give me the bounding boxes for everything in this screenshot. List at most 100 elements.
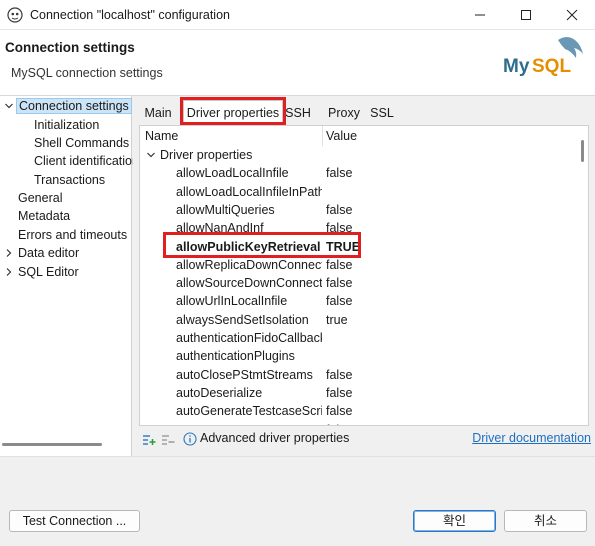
property-name: allowUrlInLocalInfile	[176, 294, 288, 309]
property-name: allowMultiQueries	[176, 202, 275, 217]
group-label: Driver properties	[160, 148, 253, 162]
tree-horizontal-scrollbar[interactable]	[2, 443, 102, 446]
tree-item-client-identification[interactable]: Client identification	[34, 152, 139, 170]
chevron-down-icon	[147, 152, 155, 158]
group-row-driver-properties[interactable]: Driver properties	[140, 146, 580, 164]
tree-item-label: Errors and timeouts	[18, 228, 128, 242]
maximize-button[interactable]	[503, 0, 549, 30]
minimize-icon	[475, 14, 485, 16]
chevron-right-icon	[6, 249, 12, 257]
remove-property-icon[interactable]	[161, 432, 175, 446]
chevron-down-icon	[5, 103, 13, 109]
settings-content: Main Driver properties SSH Proxy SSL Nam…	[133, 96, 595, 456]
mysql-logo: My SQL	[503, 37, 583, 77]
properties-toolbar: Advanced driver properties Driver docume…	[133, 429, 595, 451]
row-highlight-box	[163, 232, 361, 258]
property-value[interactable]: true	[326, 311, 348, 329]
property-value[interactable]: false	[326, 201, 352, 219]
dialog-header: Connection settings MySQL connection set…	[0, 30, 595, 96]
add-property-icon[interactable]	[142, 432, 156, 446]
close-button[interactable]	[549, 0, 595, 30]
tree-item-label: SQL Editor	[18, 265, 79, 279]
title-bar: Connection "localhost" configuration	[0, 0, 595, 30]
chevron-right-icon	[6, 268, 12, 276]
tree-item-label: Shell Commands	[34, 136, 130, 150]
tree-item-connection-settings[interactable]: Connection settings	[4, 97, 132, 115]
table-row[interactable]: authenticationPlugins	[140, 347, 580, 365]
property-name: allowLoadLocalInfileInPath	[176, 184, 322, 199]
tree-item-label: Connection settings	[16, 98, 132, 114]
tab-ssl[interactable]: SSL	[367, 102, 397, 124]
property-value[interactable]: false	[326, 274, 352, 292]
tree-item-general[interactable]: General	[18, 189, 62, 207]
property-name: authenticationFidoCallbackHandler	[176, 331, 322, 345]
tree-item-label: Client identification	[34, 154, 139, 168]
property-name: autoGenerateTestcaseScript	[176, 404, 322, 419]
tree-item-label: General	[18, 191, 63, 205]
page-title: Connection settings	[5, 40, 135, 55]
table-row[interactable]: allowLoadLocalInfile false	[140, 164, 580, 182]
tree-item-label: Initialization	[34, 118, 100, 132]
table-row[interactable]: allowReplicaDownConnections false	[140, 256, 580, 274]
property-name: allowSourceDownConnections	[176, 276, 322, 291]
table-row[interactable]: autoDeserialize false	[140, 384, 580, 402]
column-header-name[interactable]: Name	[145, 128, 178, 145]
property-name: autoDeserialize	[176, 385, 263, 400]
property-name: autoReconnect	[176, 421, 322, 426]
property-value[interactable]: false	[326, 366, 352, 384]
property-value[interactable]: false	[326, 292, 352, 310]
property-name: alwaysSendSetIsolation	[176, 312, 309, 327]
tree-item-initialization[interactable]: Initialization	[34, 116, 99, 134]
property-value[interactable]: false	[326, 421, 352, 426]
tab-highlight-box	[180, 97, 286, 125]
property-name: allowReplicaDownConnections	[176, 257, 322, 272]
table-row[interactable]: allowLoadLocalInfileInPath	[140, 183, 580, 201]
property-value[interactable]: false	[326, 256, 352, 274]
tree-item-errors-and-timeouts[interactable]: Errors and timeouts	[18, 226, 127, 244]
table-row[interactable]: allowSourceDownConnections false	[140, 274, 580, 292]
driver-properties-table: Name Value Driver properties allowLoadLo…	[139, 125, 589, 426]
cancel-button[interactable]: 취소	[504, 510, 587, 532]
property-name: authenticationPlugins	[176, 349, 295, 364]
ok-button[interactable]: 확인	[413, 510, 496, 532]
close-icon	[566, 9, 578, 21]
table-row[interactable]: allowMultiQueries false	[140, 201, 580, 219]
table-row[interactable]: autoGenerateTestcaseScript false	[140, 402, 580, 420]
table-row[interactable]: alwaysSendSetIsolation true	[140, 311, 580, 329]
table-row[interactable]: autoClosePStmtStreams false	[140, 366, 580, 384]
property-name: autoClosePStmtStreams	[176, 367, 313, 382]
svg-text:SQL: SQL	[532, 56, 571, 77]
column-divider	[322, 126, 323, 146]
tree-item-shell-commands[interactable]: Shell Commands	[34, 134, 129, 152]
minimize-button[interactable]	[457, 0, 503, 30]
table-row-partial[interactable]: autoReconnect false	[140, 421, 580, 426]
property-name: allowLoadLocalInfile	[176, 166, 289, 181]
column-header-value[interactable]: Value	[326, 128, 357, 145]
svg-text:My: My	[503, 56, 530, 77]
table-row[interactable]: allowUrlInLocalInfile false	[140, 292, 580, 310]
tab-proxy[interactable]: Proxy	[325, 102, 363, 124]
tree-item-label: Data editor	[18, 246, 80, 260]
maximize-icon	[521, 10, 531, 20]
window-title: Connection "localhost" configuration	[30, 7, 230, 22]
tree-item-sql-editor[interactable]: SQL Editor	[4, 263, 79, 281]
property-value[interactable]: false	[326, 164, 352, 182]
advanced-properties-label: Advanced driver properties	[200, 431, 350, 445]
info-icon	[183, 432, 197, 446]
table-vertical-scrollbar[interactable]	[581, 140, 584, 162]
tree-item-metadata[interactable]: Metadata	[18, 207, 70, 225]
test-connection-button[interactable]: Test Connection ...	[9, 510, 140, 532]
tab-ssh[interactable]: SSH	[283, 102, 313, 124]
property-value[interactable]: false	[326, 384, 352, 402]
dbeaver-app-icon	[7, 6, 23, 23]
tab-main[interactable]: Main	[139, 102, 177, 124]
property-value[interactable]: false	[326, 402, 352, 420]
page-subtitle: MySQL connection settings	[11, 66, 163, 80]
driver-documentation-link[interactable]: Driver documentation	[472, 431, 591, 445]
tree-item-transactions[interactable]: Transactions	[34, 171, 105, 189]
tree-item-label: Metadata	[18, 209, 71, 223]
dialog-footer: Test Connection ... 확인 취소	[0, 456, 595, 546]
table-row[interactable]: authenticationFidoCallbackHandler	[140, 329, 580, 347]
tree-item-data-editor[interactable]: Data editor	[4, 244, 79, 262]
tree-item-label: Transactions	[34, 173, 106, 187]
